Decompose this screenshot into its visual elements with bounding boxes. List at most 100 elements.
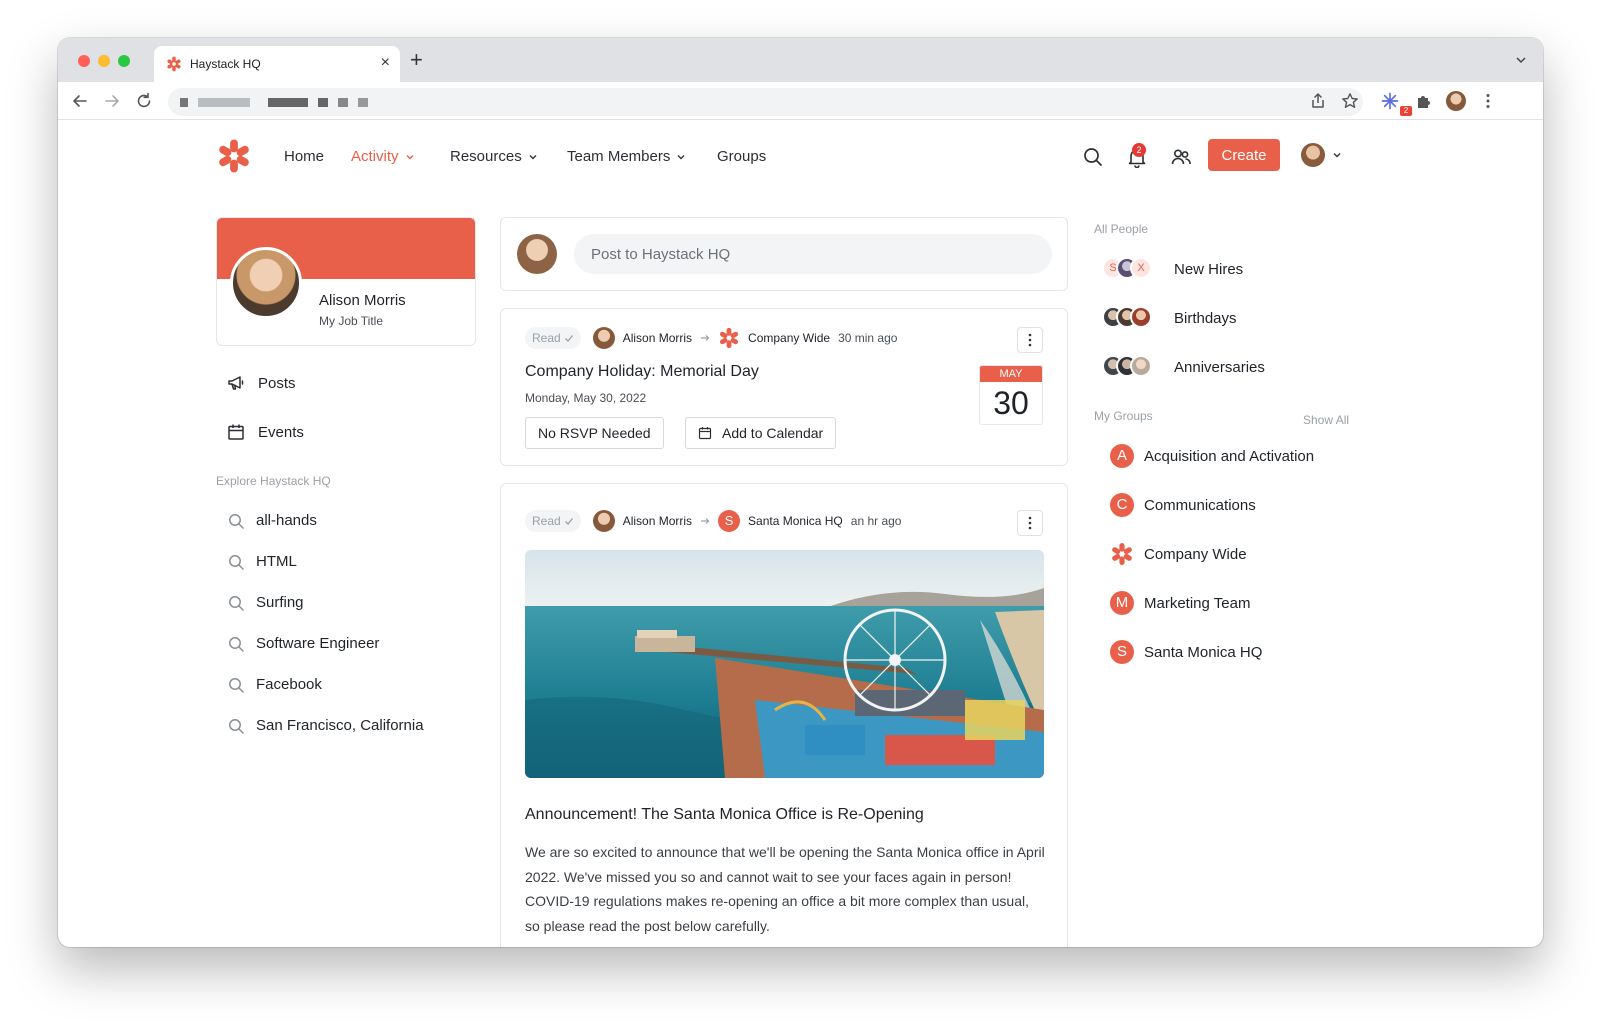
avatar (1130, 306, 1152, 328)
events-link[interactable]: Events (226, 422, 304, 442)
group-initial-badge: A (1110, 444, 1134, 468)
search-icon (229, 718, 244, 734)
search-icon[interactable] (1082, 146, 1104, 168)
read-status-pill[interactable]: Read (525, 510, 581, 532)
chevron-down-icon (406, 154, 414, 159)
santa-monica-pier-photo[interactable] (525, 550, 1044, 778)
redacted-url (180, 98, 188, 107)
composer-input[interactable] (574, 234, 1052, 274)
maximize-window-button[interactable] (118, 55, 130, 67)
forward-arrow-icon[interactable] (102, 91, 122, 111)
author-name[interactable]: Alison Morris (623, 331, 692, 345)
group-initial-badge: M (1110, 591, 1134, 615)
nav-label: Activity (351, 148, 399, 165)
my-groups-label: My Groups (1094, 409, 1153, 423)
create-button[interactable]: Create (1208, 139, 1280, 171)
event-date-tile: MAY 30 (979, 365, 1043, 425)
explore-label: all-hands (256, 512, 317, 529)
group-company-wide[interactable]: Company Wide (1110, 542, 1247, 566)
event-date: Monday, May 30, 2022 (525, 391, 647, 405)
people-icon[interactable] (1170, 146, 1192, 168)
explore-item[interactable]: San Francisco, California (228, 717, 424, 734)
explore-item[interactable]: all-hands (228, 512, 317, 529)
nav-activity[interactable]: Activity (351, 148, 415, 165)
group-name[interactable]: Santa Monica HQ (748, 514, 843, 528)
more-vertical-icon (1028, 333, 1032, 347)
explore-label: Surfing (256, 594, 304, 611)
group-name[interactable]: Company Wide (748, 331, 830, 345)
author-name[interactable]: Alison Morris (623, 514, 692, 528)
post-title[interactable]: Company Holiday: Memorial Day (525, 363, 759, 381)
show-all-link[interactable]: Show All (1303, 413, 1349, 427)
explore-item[interactable]: Software Engineer (228, 635, 379, 652)
avatar (1130, 355, 1152, 377)
group-initial-badge: S (1110, 640, 1134, 664)
nav-groups[interactable]: Groups (717, 148, 766, 165)
search-icon (229, 677, 244, 693)
posts-link[interactable]: Posts (226, 373, 296, 393)
group-marketing-team[interactable]: M Marketing Team (1110, 591, 1250, 615)
browser-window: Haystack HQ × + 2 Home Activity Resource… (58, 38, 1543, 947)
browser-tab[interactable]: Haystack HQ × (154, 46, 400, 82)
explore-label: HTML (256, 553, 297, 570)
rsvp-button[interactable]: No RSVP Needed (525, 417, 664, 449)
read-status-pill[interactable]: Read (525, 327, 581, 349)
search-icon (229, 554, 244, 570)
nav-team-members[interactable]: Team Members (567, 148, 686, 165)
address-bar[interactable] (168, 88, 1363, 116)
explore-label: Software Engineer (256, 635, 380, 652)
calendar-label: Add to Calendar (722, 425, 824, 441)
haystack-logo-icon[interactable] (216, 138, 252, 174)
post-composer (500, 217, 1068, 291)
nav-home[interactable]: Home (284, 148, 324, 165)
explore-section-label: Explore Haystack HQ (216, 474, 331, 488)
read-label: Read (532, 331, 561, 345)
tab-title: Haystack HQ (190, 57, 261, 71)
back-arrow-icon[interactable] (70, 91, 90, 111)
posts-label: Posts (258, 374, 296, 392)
announcement-post-card: Read Alison Morris S Santa Monica HQ an … (500, 483, 1068, 947)
more-vertical-icon (1028, 516, 1032, 530)
composer-avatar (517, 234, 557, 274)
explore-item[interactable]: HTML (228, 553, 297, 570)
arrow-right-icon (701, 518, 710, 524)
avatar-stack (1102, 355, 1160, 379)
author-avatar[interactable] (592, 327, 615, 349)
search-icon (229, 513, 244, 529)
group-communications[interactable]: C Communications (1110, 493, 1256, 517)
people-new-hires[interactable]: S X New Hires (1102, 257, 1243, 281)
post-title[interactable]: Announcement! The Santa Monica Office is… (525, 806, 924, 824)
browser-menu-icon[interactable] (1478, 91, 1498, 111)
chevron-down-icon[interactable] (1332, 150, 1342, 160)
people-birthdays[interactable]: Birthdays (1102, 306, 1237, 330)
explore-item[interactable]: Surfing (228, 594, 304, 611)
extensions-puzzle-icon[interactable] (1414, 91, 1434, 111)
group-santa-monica-hq[interactable]: S Santa Monica HQ (1110, 640, 1262, 664)
group-acquisition-activation[interactable]: A Acquisition and Activation (1110, 444, 1314, 468)
close-window-button[interactable] (78, 55, 90, 67)
people-anniversaries[interactable]: Anniversaries (1102, 355, 1265, 379)
profile-avatar-icon[interactable] (1446, 91, 1466, 111)
post-meta: Read Alison Morris S Santa Monica HQ an … (525, 510, 901, 532)
user-avatar[interactable] (1301, 143, 1325, 167)
chevron-down-icon[interactable] (1515, 54, 1527, 66)
post-menu-button[interactable] (1017, 327, 1043, 353)
nav-resources[interactable]: Resources (450, 148, 538, 165)
author-avatar[interactable] (592, 510, 615, 532)
profile-card[interactable]: Alison Morris My Job Title (216, 217, 476, 346)
reload-icon[interactable] (134, 91, 154, 111)
tab-close-icon[interactable]: × (381, 54, 390, 72)
bookmark-star-icon[interactable] (1340, 91, 1360, 111)
company-wide-logo-icon (719, 327, 739, 349)
share-icon[interactable] (1308, 91, 1328, 111)
chevron-down-icon (677, 154, 685, 159)
explore-item[interactable]: Facebook (228, 676, 322, 693)
explore-label: San Francisco, California (256, 717, 424, 734)
new-tab-button[interactable]: + (410, 49, 423, 71)
minimize-window-button[interactable] (98, 55, 110, 67)
add-to-calendar-button[interactable]: Add to Calendar (685, 417, 837, 449)
check-icon (564, 335, 573, 342)
post-menu-button[interactable] (1017, 510, 1043, 536)
extension-sparkle-icon[interactable] (1380, 91, 1400, 111)
all-people-label: All People (1094, 222, 1149, 236)
